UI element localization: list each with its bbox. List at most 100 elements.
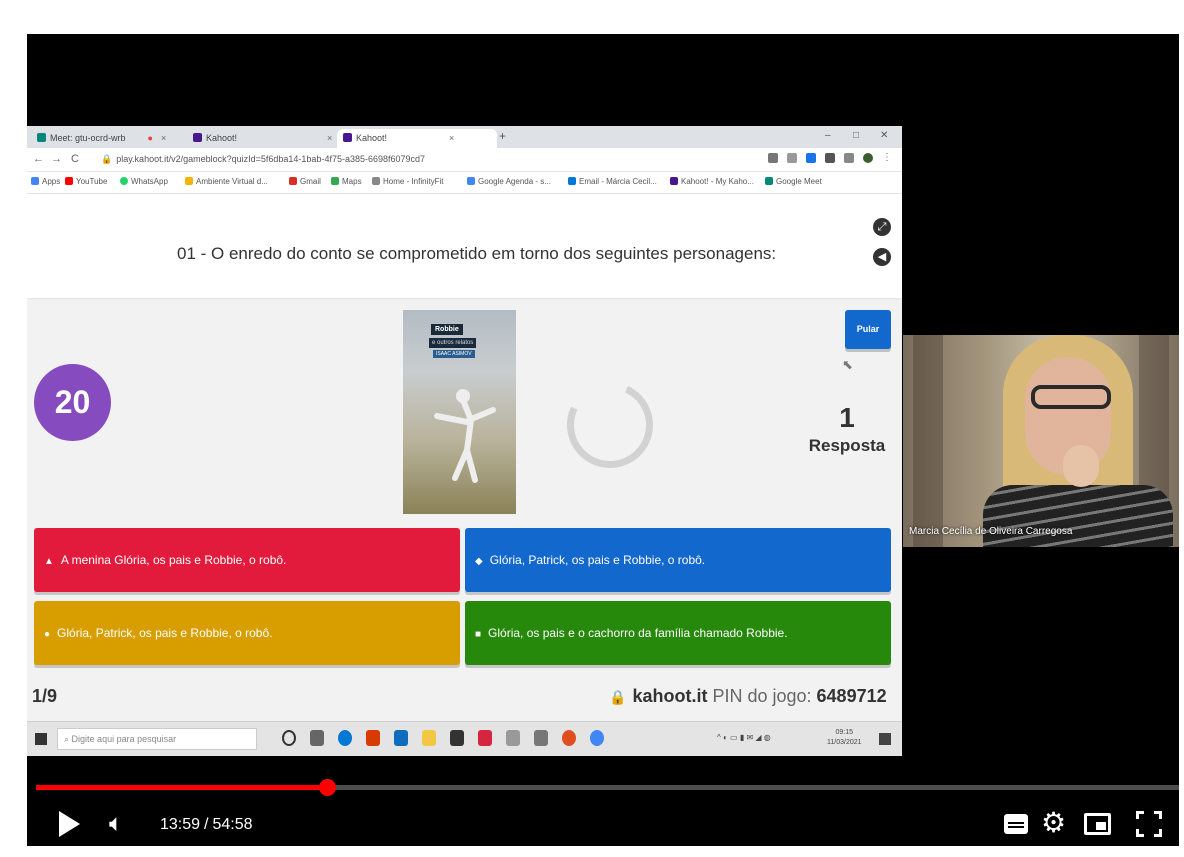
menu-icon[interactable]: ⋮ <box>882 153 892 163</box>
answer-yellow[interactable]: ● Glória, Patrick, os pais e Robbie, o ro… <box>34 601 460 665</box>
maximize-icon[interactable]: □ <box>853 130 859 141</box>
bookmark-item[interactable]: Home - InfinityFit <box>372 177 443 186</box>
bookmark-item[interactable]: Google Meet <box>765 177 822 186</box>
bookmark-item[interactable]: Email - Márcia Cecil... <box>568 177 657 186</box>
tab-kahoot-1[interactable]: Kahoot! × <box>187 129 338 148</box>
youtube-icon <box>65 177 73 185</box>
sound-icon[interactable]: ◀ <box>873 248 891 266</box>
fullscreen-icon[interactable] <box>1136 811 1162 837</box>
office-icon[interactable] <box>366 730 380 746</box>
app-icon[interactable] <box>534 730 548 746</box>
answer-red[interactable]: ▲ A menina Glória, os pais e Robbie, o ro… <box>34 528 460 592</box>
chrome-icon[interactable] <box>590 730 604 746</box>
minimize-icon[interactable]: – <box>825 130 831 141</box>
cover-subtitle: e outros relatos <box>429 338 477 348</box>
play-icon[interactable] <box>59 811 80 837</box>
fullscreen-corner <box>1154 811 1162 819</box>
participant-webcam: Marcia Cecília de Oliveira Carregosa <box>903 335 1179 547</box>
url-field[interactable]: 🔒 play.kahoot.it/v2/gameblock?quizId=5f6d… <box>97 152 747 168</box>
gmail-icon <box>289 177 297 185</box>
close-icon[interactable]: × <box>161 133 166 143</box>
cover-title: Robbie <box>431 324 463 335</box>
answer-text: A menina Glória, os pais e Robbie, o rob… <box>60 553 287 567</box>
duration: 54:58 <box>212 816 253 833</box>
hand <box>1063 445 1099 487</box>
bookmark-item[interactable]: WhatsApp <box>120 177 168 186</box>
media-icon[interactable] <box>844 153 854 163</box>
app-icon[interactable] <box>562 730 576 746</box>
bookmark-item[interactable]: Ambiente Virtual d... <box>185 177 268 186</box>
tab-meet[interactable]: Meet: gtu-ocrd-wrb ● × <box>31 129 172 148</box>
maps-icon <box>331 177 339 185</box>
tab-label: Meet: gtu-ocrd-wrb <box>50 133 126 143</box>
game-area: 20 Robbie e outros relatos ISAAC ASIMOV … <box>27 300 902 756</box>
window-close-icon[interactable]: ✕ <box>880 130 888 141</box>
close-icon[interactable]: × <box>327 133 332 143</box>
bookmark-item[interactable]: Maps <box>331 177 362 186</box>
taskbar-clock[interactable]: 09:15 11/03/2021 <box>827 728 862 748</box>
app-icon[interactable] <box>506 730 520 746</box>
outlook-icon <box>568 177 576 185</box>
skip-button[interactable]: Pular <box>845 310 891 349</box>
antivirus-icon[interactable] <box>478 730 492 746</box>
infinityfit-icon <box>372 177 380 185</box>
reload-icon[interactable]: C <box>71 153 79 165</box>
time-display: 13:59/54:58 <box>160 816 253 834</box>
seek-bar[interactable] <box>36 779 1179 796</box>
file-explorer-icon[interactable] <box>422 730 436 746</box>
taskbar-search-input[interactable]: ⌕ Digite aqui para pesquisar <box>57 728 257 750</box>
calendar-icon <box>467 177 475 185</box>
bookmark-item[interactable]: Kahoot! - My Kaho... <box>670 177 754 186</box>
fullscreen-toggle-icon[interactable]: ⤢ <box>873 218 891 236</box>
answer-green[interactable]: ■ Glória, os pais e o cachorro da família… <box>465 601 891 665</box>
close-icon[interactable]: × <box>449 133 454 143</box>
participant-name: Marcia Cecília de Oliveira Carregosa <box>909 526 1073 537</box>
seek-progress <box>36 785 327 790</box>
meet-icon <box>37 133 46 142</box>
miniplayer-icon[interactable] <box>1084 813 1111 835</box>
lock-icon: 🔒 <box>609 689 627 705</box>
folder-icon <box>185 177 193 185</box>
triangle-icon: ▲ <box>44 556 54 567</box>
task-view-icon[interactable] <box>310 730 324 746</box>
robot-illustration <box>434 389 496 483</box>
profile-avatar[interactable] <box>863 153 873 163</box>
back-icon[interactable]: ← <box>33 153 44 165</box>
tab-label: Kahoot! <box>206 133 238 143</box>
bookmark-item[interactable]: Gmail <box>289 177 321 186</box>
forward-icon[interactable]: → <box>51 153 62 165</box>
translate-icon[interactable] <box>768 153 778 163</box>
volume-icon[interactable]: 🔈︎ <box>109 810 123 838</box>
meet-icon <box>765 177 773 185</box>
book-cover-image: Robbie e outros relatos ISAAC ASIMOV <box>403 310 516 514</box>
seek-handle[interactable] <box>319 779 336 796</box>
tab-kahoot-2[interactable]: Kahoot! × <box>337 129 497 148</box>
kahoot-icon <box>670 177 678 185</box>
question-title: 01 - O enredo do conto se comprometido e… <box>177 244 777 263</box>
site-name: kahoot.it <box>632 686 708 706</box>
gear-icon[interactable]: ⚙ <box>1041 806 1066 839</box>
puzzle-icon[interactable] <box>825 153 835 163</box>
edge-icon[interactable] <box>338 730 352 746</box>
question-header: 01 - O enredo do conto se comprometido e… <box>27 194 902 298</box>
video-player[interactable]: Meet: gtu-ocrd-wrb ● × Kahoot! × Kahoot! × +… <box>27 34 1179 846</box>
bookmark-item[interactable]: YouTube <box>65 177 107 186</box>
new-tab-icon[interactable]: + <box>499 129 506 143</box>
notification-icon[interactable] <box>879 733 891 745</box>
countdown-timer: 20 <box>34 364 111 441</box>
glasses <box>1031 385 1111 409</box>
outlook-icon[interactable] <box>394 730 408 746</box>
cover-author: ISAAC ASIMOV <box>433 350 475 358</box>
bookmark-item[interactable]: Apps <box>31 177 60 186</box>
star-icon[interactable] <box>787 153 797 163</box>
windows-start-icon[interactable] <box>35 733 47 745</box>
subtitles-icon[interactable] <box>1004 814 1028 834</box>
cortana-icon[interactable] <box>282 730 296 746</box>
kahoot-icon <box>343 133 352 142</box>
store-icon[interactable] <box>450 730 464 746</box>
system-tray-icons[interactable]: ^ ◐ ▭ ▮ ✉ ◢ ◍ <box>717 733 771 742</box>
bookmark-item[interactable]: Google Agenda - s... <box>467 177 551 186</box>
taskbar-apps <box>282 730 604 746</box>
answer-blue[interactable]: ◆ Glória, Patrick, os pais e Robbie, o ro… <box>465 528 891 592</box>
extension-icon[interactable] <box>806 153 816 163</box>
